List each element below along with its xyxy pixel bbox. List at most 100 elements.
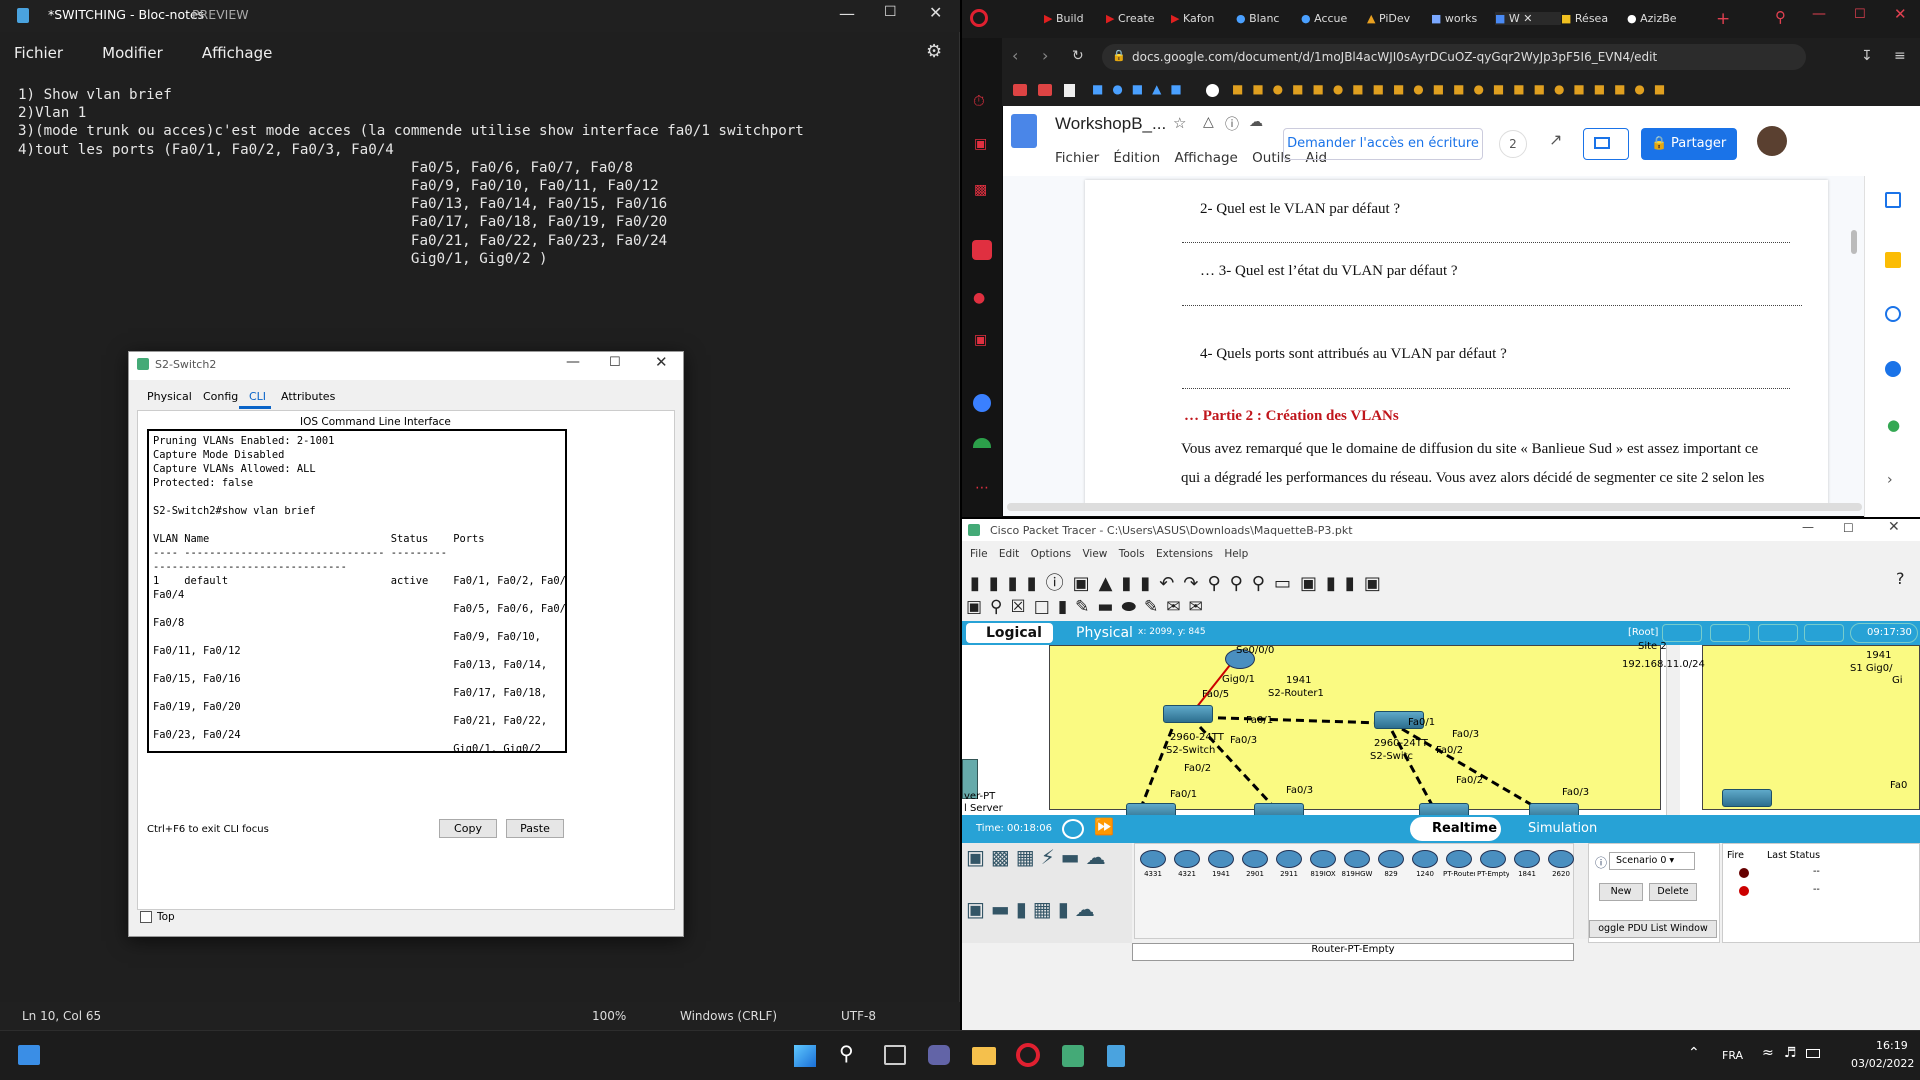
star-icon[interactable]: ☆ bbox=[1173, 114, 1186, 132]
tab-item[interactable]: ● Accue bbox=[1301, 12, 1367, 25]
minimize-icon[interactable]: — bbox=[566, 354, 580, 370]
expand-panel-icon[interactable]: › bbox=[1887, 472, 1893, 488]
keep-icon[interactable] bbox=[1885, 252, 1901, 268]
top-checkbox[interactable] bbox=[140, 911, 152, 923]
battery-icon[interactable] bbox=[1806, 1049, 1820, 1058]
subcategory-icons[interactable]: ▣▬▮▦▮☁ bbox=[966, 897, 1101, 921]
doc-title[interactable]: WorkshopB_... bbox=[1055, 114, 1166, 134]
packet-tracer-taskbar-icon[interactable] bbox=[1062, 1045, 1084, 1067]
move-icon[interactable]: △ bbox=[1203, 114, 1214, 130]
menu-view[interactable]: View bbox=[1082, 548, 1107, 560]
language-indicator[interactable]: FRA bbox=[1722, 1049, 1743, 1062]
notepad-text-area[interactable]: 1) Show vlan brief 2)Vlan 1 3)(mode trun… bbox=[18, 86, 804, 268]
browser-logo-icon[interactable] bbox=[970, 9, 988, 27]
tab-attributes[interactable]: Attributes bbox=[281, 390, 335, 403]
menu-options[interactable]: Options bbox=[1031, 548, 1072, 560]
shopping-bag-icon[interactable]: ▣ bbox=[974, 136, 987, 152]
close-icon[interactable]: ✕ bbox=[1894, 5, 1907, 23]
maximize-icon[interactable]: ☐ bbox=[609, 355, 621, 370]
activity-icon[interactable]: ↗ bbox=[1549, 130, 1562, 149]
cluster-icon[interactable] bbox=[1662, 624, 1702, 642]
address-bar[interactable]: 🔒 docs.google.com/document/d/1moJBl4acWJ… bbox=[1102, 44, 1806, 70]
task-view-icon[interactable] bbox=[884, 1045, 906, 1065]
search-tabs-icon[interactable]: ⚲ bbox=[1775, 8, 1786, 26]
device-model-tile[interactable]: 1941 bbox=[1205, 848, 1237, 878]
contacts-icon[interactable] bbox=[1885, 361, 1901, 377]
close-icon[interactable]: ✕ bbox=[655, 353, 668, 371]
doc-horizontal-scrollbar[interactable] bbox=[1007, 503, 1862, 511]
widgets-icon[interactable] bbox=[18, 1045, 40, 1065]
request-access-button[interactable]: Demander l'accès en écriture bbox=[1283, 128, 1483, 160]
maximize-icon[interactable]: ☐ bbox=[884, 4, 897, 20]
avatar[interactable] bbox=[1757, 126, 1787, 156]
maximize-icon[interactable]: ☐ bbox=[1854, 7, 1866, 22]
docs-logo-icon[interactable] bbox=[1011, 114, 1037, 148]
minimize-icon[interactable]: — bbox=[1812, 6, 1826, 22]
gmail-icon[interactable] bbox=[1013, 84, 1027, 96]
tab-item-active[interactable]: ■ W ✕ bbox=[1495, 12, 1561, 25]
github-icon[interactable] bbox=[1206, 84, 1219, 97]
menu-tools[interactable]: Tools bbox=[1119, 548, 1145, 560]
cloud-icon[interactable]: ☁ bbox=[1249, 114, 1263, 130]
physical-tab[interactable]: Physical bbox=[1058, 623, 1138, 643]
cli-terminal[interactable]: Pruning VLANs Enabled: 2-1001 Capture Mo… bbox=[147, 429, 567, 753]
tab-item[interactable]: ■ Résea bbox=[1561, 12, 1627, 25]
pdu-fire-icon[interactable] bbox=[1739, 886, 1749, 896]
menu-modifier[interactable]: Modifier bbox=[102, 36, 163, 70]
viewers-badge[interactable]: 2 bbox=[1499, 130, 1527, 158]
gamepad-icon[interactable]: ● bbox=[973, 290, 985, 306]
scenario-select[interactable]: Scenario 0 ▾ bbox=[1609, 852, 1695, 870]
minimize-icon[interactable]: — bbox=[1802, 520, 1814, 534]
device-model-tile[interactable]: 819HGW bbox=[1341, 848, 1373, 878]
share-button[interactable]: 🔒 Partager bbox=[1641, 128, 1737, 160]
forward-icon[interactable]: › bbox=[1042, 46, 1048, 65]
menu-affichage[interactable]: Affichage bbox=[1174, 150, 1237, 166]
tab-item[interactable]: ● AzizBe bbox=[1627, 12, 1687, 25]
messenger-icon[interactable] bbox=[973, 394, 991, 412]
gmail-icon[interactable] bbox=[1038, 84, 1052, 96]
device-model-tile[interactable]: PT-Empty bbox=[1477, 848, 1509, 878]
tasks-icon[interactable] bbox=[1885, 306, 1901, 322]
tab-item[interactable]: ▶ Create bbox=[1106, 12, 1171, 25]
more-icon[interactable]: ⋯ bbox=[975, 480, 989, 496]
device-model-tile[interactable]: 4331 bbox=[1137, 848, 1169, 878]
menu-affichage[interactable]: Affichage bbox=[202, 36, 272, 70]
tray-chevron-icon[interactable]: ⌃ bbox=[1688, 1045, 1700, 1061]
bag-icon[interactable]: ▣ bbox=[974, 332, 987, 348]
menu-fichier[interactable]: Fichier bbox=[1055, 150, 1099, 166]
paste-button[interactable]: Paste bbox=[506, 819, 564, 838]
tab-item[interactable]: ▶ Build bbox=[1044, 12, 1106, 25]
tab-item[interactable]: ■ works bbox=[1431, 12, 1495, 25]
logical-tab[interactable]: Logical bbox=[966, 623, 1053, 643]
switch-icon[interactable] bbox=[1163, 705, 1213, 723]
category-icons[interactable]: ▣▩▦⚡▬☁ bbox=[966, 845, 1112, 869]
present-button[interactable] bbox=[1583, 128, 1629, 160]
twitch-icon[interactable]: ▩ bbox=[974, 182, 987, 198]
info-icon[interactable]: ⓘ bbox=[1595, 854, 1607, 871]
file-explorer-icon[interactable] bbox=[972, 1047, 996, 1065]
tab-cli[interactable]: CLI bbox=[249, 390, 266, 403]
power-cycle-icon[interactable] bbox=[1062, 819, 1084, 839]
opera-icon[interactable] bbox=[1016, 1043, 1040, 1067]
start-icon[interactable] bbox=[794, 1045, 816, 1067]
switch-icon[interactable] bbox=[1722, 789, 1772, 807]
reload-icon[interactable]: ↻ bbox=[1072, 48, 1084, 64]
viewport-icon[interactable] bbox=[1758, 624, 1798, 642]
search-icon[interactable]: ⚲ bbox=[839, 1041, 854, 1065]
calendar-icon[interactable] bbox=[1885, 192, 1901, 208]
teams-chat-icon[interactable] bbox=[928, 1045, 950, 1065]
menu-help[interactable]: Help bbox=[1224, 548, 1248, 560]
wifi-icon[interactable]: ≈ bbox=[1762, 1045, 1774, 1061]
tab-item[interactable]: ▶ Kafon bbox=[1171, 12, 1236, 25]
tab-config[interactable]: Config bbox=[203, 390, 238, 403]
device-model-tile[interactable]: 2911 bbox=[1273, 848, 1305, 878]
maps-icon[interactable]: ● bbox=[1887, 416, 1900, 434]
device-model-tile[interactable]: 1240 bbox=[1409, 848, 1441, 878]
menu-edition[interactable]: Édition bbox=[1113, 150, 1160, 166]
toggle-pdu-list-button[interactable]: oggle PDU List Window bbox=[1589, 920, 1717, 938]
cloud-icon[interactable] bbox=[1710, 624, 1750, 642]
menu-edit[interactable]: Edit bbox=[999, 548, 1019, 560]
info-icon[interactable]: ⓘ bbox=[1225, 114, 1239, 134]
doc-icon[interactable] bbox=[1064, 84, 1075, 97]
pdu-fire-icon[interactable] bbox=[1739, 868, 1749, 878]
